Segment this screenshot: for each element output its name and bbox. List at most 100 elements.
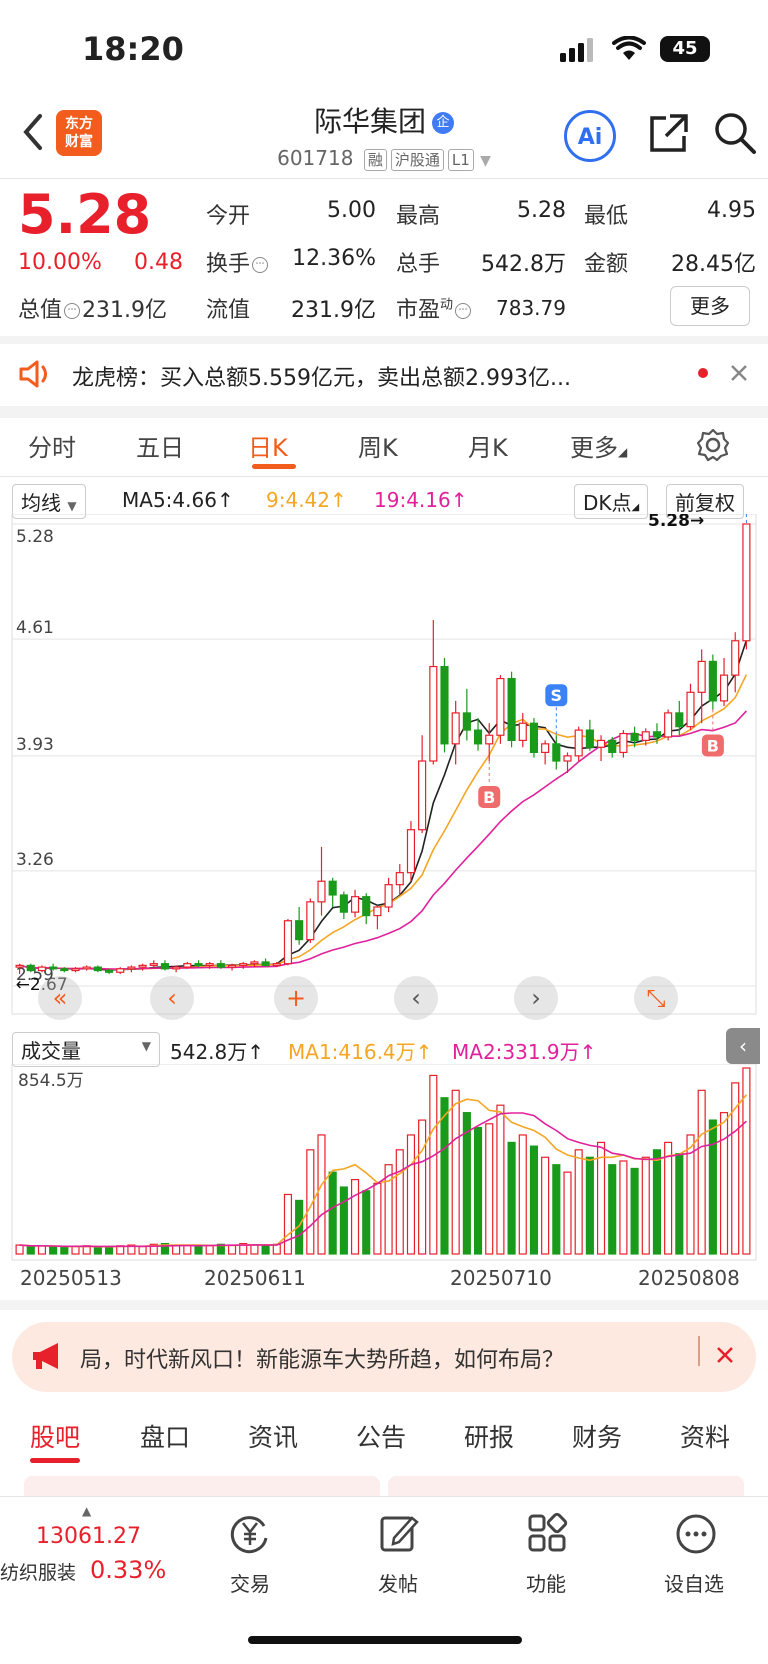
post-button[interactable]: 发帖 bbox=[358, 1568, 438, 1597]
volume-bar bbox=[71, 1245, 80, 1255]
more-button[interactable]: 更多 bbox=[670, 286, 750, 326]
tab-monthly-k[interactable]: 月K bbox=[468, 428, 508, 463]
add-watchlist-button[interactable]: 设自选 bbox=[644, 1568, 744, 1597]
ma9-text: 9:4.42 bbox=[266, 488, 330, 512]
candle-body bbox=[362, 896, 371, 917]
tab-more[interactable]: 更多◢ bbox=[570, 428, 627, 463]
home-indicator bbox=[248, 1636, 522, 1644]
ma19-text: 19:4.16 bbox=[374, 488, 451, 512]
fullscreen-icon[interactable]: ⤡ bbox=[634, 976, 678, 1020]
candlestick-chart[interactable]: 5.284.613.933.262.595.28→←2.67SBBS«‹+‹›⤡ bbox=[0, 514, 768, 1022]
candle-body bbox=[518, 722, 527, 742]
control-glyph: ‹ bbox=[167, 984, 177, 1012]
candle-body bbox=[60, 968, 69, 972]
chevron-down-icon: ▼ bbox=[480, 153, 491, 169]
ma9-value: 9:4.42↑ bbox=[266, 488, 347, 512]
candle-body bbox=[239, 963, 248, 966]
settings-gear-icon[interactable] bbox=[696, 428, 730, 462]
share-icon[interactable] bbox=[646, 112, 692, 156]
candle-body bbox=[496, 677, 505, 736]
tab-pankou[interactable]: 盘口 bbox=[140, 1418, 190, 1454]
tab-intraday[interactable]: 分时 bbox=[28, 428, 76, 463]
candle-body bbox=[350, 896, 360, 913]
scroll-start-icon[interactable]: « bbox=[38, 976, 82, 1020]
pan-left-icon[interactable]: ‹ bbox=[394, 976, 438, 1020]
tab-daily-k[interactable]: 日K bbox=[248, 428, 288, 463]
candle-body bbox=[585, 729, 594, 748]
separator bbox=[0, 336, 768, 344]
market-cap-value: 231.9亿 bbox=[82, 298, 167, 323]
volume-value: 542.8万 bbox=[481, 252, 566, 277]
last-price-marker: 5.28→ bbox=[648, 514, 704, 531]
tab-profile[interactable]: 资料 bbox=[680, 1418, 730, 1454]
volume-bar bbox=[194, 1245, 203, 1255]
candle-body bbox=[272, 963, 281, 966]
search-icon[interactable] bbox=[712, 110, 758, 156]
tab-weekly-k[interactable]: 周K bbox=[358, 428, 398, 463]
functions-button[interactable]: 功能 bbox=[506, 1568, 586, 1597]
candle-body bbox=[563, 755, 572, 762]
marker-label: B bbox=[483, 788, 495, 807]
vol-ma1-text: MA1:416.4万 bbox=[288, 1040, 416, 1064]
divider bbox=[698, 1336, 700, 1366]
tag-level: L1 bbox=[447, 149, 474, 171]
zoom-in-icon[interactable]: + bbox=[274, 976, 318, 1020]
candle-body bbox=[708, 660, 717, 702]
candle-body bbox=[373, 906, 382, 917]
volume-bar bbox=[350, 1178, 360, 1255]
index-value[interactable]: 13061.27 bbox=[36, 1524, 141, 1549]
pe-superscript: 动 bbox=[440, 297, 454, 313]
ma5-text: MA5:4.66 bbox=[122, 488, 217, 512]
divider bbox=[0, 178, 768, 179]
float-cap-label: 流值 bbox=[206, 298, 251, 323]
ma9-line bbox=[19, 674, 748, 971]
volume-bar bbox=[49, 1245, 58, 1255]
info-icon[interactable]: ⋯ bbox=[252, 257, 269, 273]
chart-frame bbox=[11, 514, 757, 1015]
battery-level: 45 bbox=[672, 38, 698, 59]
collapse-panel-button[interactable]: ‹ bbox=[726, 1028, 760, 1064]
volume-indicator-select[interactable]: 成交量 ▼ bbox=[12, 1032, 160, 1067]
candle-body bbox=[619, 732, 628, 754]
trade-button[interactable]: 交易 bbox=[210, 1568, 290, 1597]
vol-value: 542.8万↑ bbox=[170, 1040, 265, 1064]
zoom-out-icon[interactable]: ‹ bbox=[150, 976, 194, 1020]
volume-chart[interactable] bbox=[0, 1064, 768, 1266]
volume-bar bbox=[250, 1244, 259, 1255]
candle-body bbox=[462, 712, 471, 731]
volume-bar bbox=[630, 1167, 639, 1255]
news-ticker[interactable]: 龙虎榜：买入总额5.559亿元，卖出总额2.993亿... bbox=[72, 360, 662, 392]
info-icon[interactable]: ⋯ bbox=[64, 303, 81, 319]
marker-label: S bbox=[551, 686, 563, 705]
megaphone-icon bbox=[33, 1343, 58, 1369]
candle-body bbox=[731, 640, 740, 676]
volume-bar bbox=[451, 1089, 460, 1255]
vol-ma2: MA2:331.9万↑ bbox=[452, 1040, 597, 1064]
pan-right-icon[interactable]: › bbox=[514, 976, 558, 1020]
volume-bar bbox=[395, 1149, 404, 1255]
indicator-select-label: 均线 bbox=[21, 491, 61, 515]
tab-five-day[interactable]: 五日 bbox=[136, 428, 184, 463]
candle-body bbox=[596, 739, 606, 748]
enterprise-badge: 企 bbox=[432, 112, 454, 134]
info-icon[interactable]: ⋯ bbox=[455, 303, 472, 319]
close-icon[interactable] bbox=[730, 364, 748, 382]
tab-finance[interactable]: 财务 bbox=[572, 1418, 622, 1454]
battery-icon: 45 bbox=[660, 36, 710, 62]
tab-news[interactable]: 资讯 bbox=[248, 1418, 298, 1454]
date-label: 20250611 bbox=[204, 1266, 306, 1290]
ai-button[interactable]: Ai bbox=[564, 110, 616, 162]
change-percent: 10.00% bbox=[18, 250, 102, 275]
volume-bar bbox=[261, 1245, 270, 1255]
candle-body bbox=[485, 734, 494, 745]
caret-icon: ◢ bbox=[631, 502, 640, 513]
grid-function-icon bbox=[528, 1512, 568, 1552]
tab-announcements[interactable]: 公告 bbox=[356, 1418, 406, 1454]
vol-text: 542.8万 bbox=[170, 1040, 248, 1064]
volume-bar bbox=[227, 1244, 237, 1255]
tab-research[interactable]: 研报 bbox=[464, 1418, 514, 1454]
tab-guba[interactable]: 股吧 bbox=[30, 1418, 80, 1454]
close-icon[interactable] bbox=[716, 1346, 734, 1364]
candle-body bbox=[697, 660, 706, 693]
up-triangle-icon: ▲ bbox=[82, 1504, 92, 1518]
